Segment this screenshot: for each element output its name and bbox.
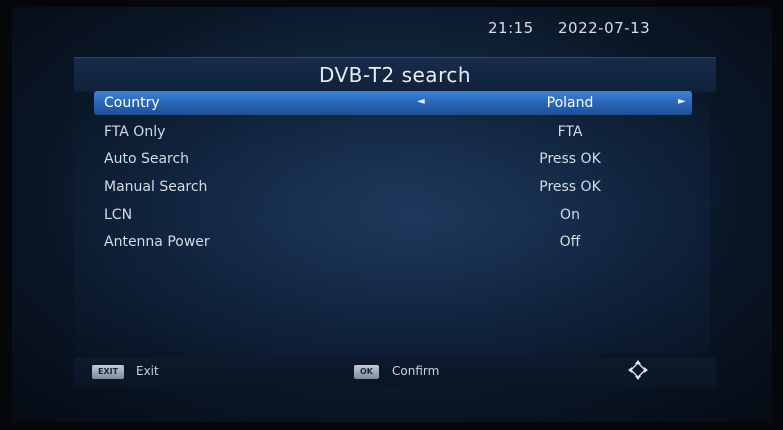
menu-item-lcn[interactable]: LCN On [94,203,692,227]
title-bar: DVB-T2 search [74,57,716,92]
menu-item-value: Press OK [539,151,601,167]
navigation-arrows-icon [627,359,649,386]
left-arrow-icon[interactable]: ◄ [417,96,425,107]
menu-item-label: FTA Only [104,124,166,140]
exit-label: Exit [136,364,159,378]
menu-item-label: LCN [104,207,133,223]
menu-item-auto-search[interactable]: Auto Search Press OK [94,147,692,171]
menu-item-label: Auto Search [104,151,190,167]
menu-item-value: On [560,207,580,223]
tv-screen: 21:15 2022-07-13 DVB-T2 search Country ◄… [12,7,772,422]
menu-item-value: Off [559,234,581,250]
menu-item-antenna-power[interactable]: Antenna Power Off [94,230,692,254]
menu-item-value: Poland [546,95,594,111]
menu-item-value: FTA [557,124,583,140]
clock-time: 21:15 [488,19,534,37]
menu-panel: Country ◄ Poland ► FTA Only FTA Auto Sea… [74,91,710,353]
menu-item-label: Antenna Power [104,234,210,250]
menu-item-value: Press OK [539,179,601,195]
menu-item-fta-only[interactable]: FTA Only FTA [94,120,692,144]
menu-item-label: Country [104,95,160,111]
menu-item-country[interactable]: Country ◄ Poland ► [94,91,692,115]
clock-date: 2022-07-13 [558,19,651,37]
menu-item-label: Manual Search [104,179,208,195]
right-arrow-icon[interactable]: ► [678,96,686,107]
page-title: DVB-T2 search [318,63,472,87]
menu-item-manual-search[interactable]: Manual Search Press OK [94,175,692,199]
footer-bar: EXIT Exit OK Confirm [74,357,716,387]
ok-key-badge[interactable]: OK [354,365,379,379]
confirm-label: Confirm [392,364,440,378]
exit-key-badge[interactable]: EXIT [92,365,125,379]
